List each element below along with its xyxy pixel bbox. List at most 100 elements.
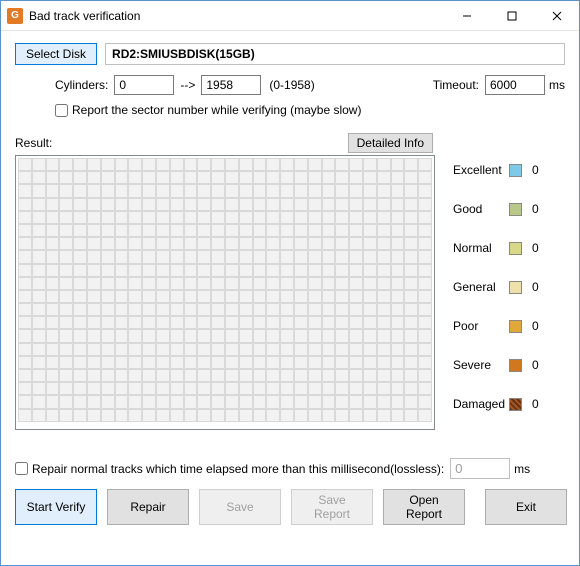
grid-cell [308,329,322,342]
grid-cell [391,277,405,290]
grid-cell [377,395,391,408]
grid-cell [101,237,115,250]
grid-cell [266,171,280,184]
grid-cell [156,211,170,224]
grid-cell [253,224,267,237]
grid-cell [363,158,377,171]
grid-cell [253,343,267,356]
legend-good: Good 0 [453,202,539,216]
grid-cell [391,211,405,224]
content-area: Select Disk RD2:SMIUSBDISK(15GB) Cylinde… [1,31,579,535]
grid-cell [59,277,73,290]
repair-tracks-checkbox[interactable] [15,462,28,475]
grid-cell [197,184,211,197]
maximize-button[interactable] [489,1,534,30]
grid-cell [87,382,101,395]
grid-cell [377,158,391,171]
grid-cell [391,382,405,395]
grid-cell [349,369,363,382]
grid-cell [225,171,239,184]
grid-cell [349,237,363,250]
result-label: Result: [15,136,52,150]
legend-excellent: Excellent 0 [453,163,539,177]
grid-cell [266,316,280,329]
grid-cell [239,184,253,197]
grid-cell [156,343,170,356]
grid-cell [363,356,377,369]
app-icon: G [7,8,23,24]
grid-cell [197,250,211,263]
grid-cell [73,184,87,197]
open-report-button[interactable]: Open Report [383,489,465,525]
grid-cell [253,198,267,211]
grid-cell [391,184,405,197]
exit-button[interactable]: Exit [485,489,567,525]
grid-cell [335,382,349,395]
grid-cell [87,171,101,184]
close-button[interactable] [534,1,579,30]
start-verify-button[interactable]: Start Verify [15,489,97,525]
grid-cell [115,409,129,422]
grid-cell [184,329,198,342]
grid-cell [266,237,280,250]
grid-cell [322,237,336,250]
grid-cell [335,198,349,211]
grid-cell [18,158,32,171]
grid-cell [59,250,73,263]
grid-cell [377,329,391,342]
grid-cell [322,158,336,171]
grid-cell [197,303,211,316]
grid-cell [32,224,46,237]
grid-cell [363,224,377,237]
grid-cell [46,184,60,197]
grid-cell [418,290,432,303]
grid-cell [184,277,198,290]
timeout-input[interactable] [485,75,545,95]
grid-cell [46,395,60,408]
grid-cell [349,303,363,316]
grid-cell [115,264,129,277]
grid-cell [142,158,156,171]
grid-cell [404,369,418,382]
grid-cell [170,171,184,184]
grid-cell [363,395,377,408]
grid-cell [239,158,253,171]
grid-cell [280,395,294,408]
grid-cell [142,382,156,395]
grid-cell [363,409,377,422]
grid-cell [156,158,170,171]
cylinders-from-input[interactable] [114,75,174,95]
report-sector-checkbox[interactable] [55,104,68,117]
grid-cell [239,382,253,395]
grid-cell [266,211,280,224]
grid-cell [18,264,32,277]
grid-cell [225,198,239,211]
grid-cell [115,369,129,382]
grid-cell [101,356,115,369]
grid-cell [32,250,46,263]
grid-cell [404,211,418,224]
grid-cell [418,250,432,263]
detailed-info-button[interactable]: Detailed Info [348,133,433,153]
grid-cell [225,264,239,277]
grid-cell [156,264,170,277]
grid-cell [239,329,253,342]
select-disk-button[interactable]: Select Disk [15,43,97,65]
repair-button[interactable]: Repair [107,489,189,525]
grid-cell [239,409,253,422]
grid-cell [280,382,294,395]
grid-cell [32,211,46,224]
grid-cell [156,329,170,342]
grid-cell [156,250,170,263]
grid-cell [225,158,239,171]
grid-cell [184,316,198,329]
minimize-button[interactable] [444,1,489,30]
cylinders-to-input[interactable] [201,75,261,95]
grid-cell [211,264,225,277]
grid-cell [46,171,60,184]
grid-cell [73,158,87,171]
grid-cell [101,369,115,382]
grid-cell [280,290,294,303]
grid-cell [170,264,184,277]
grid-cell [32,395,46,408]
